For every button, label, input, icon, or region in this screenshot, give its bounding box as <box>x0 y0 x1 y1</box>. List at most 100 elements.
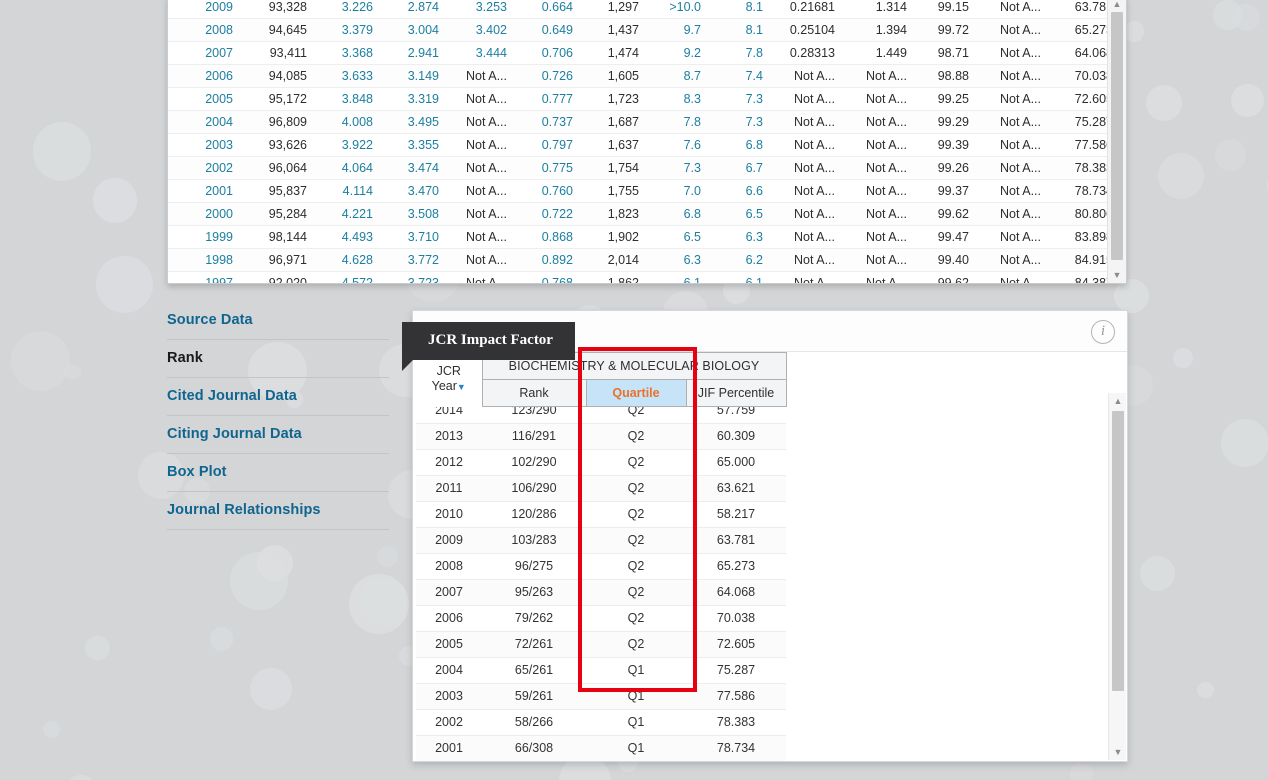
table-cell[interactable]: 3.004 <box>380 18 446 42</box>
table-cell[interactable]: 6.2 <box>708 248 770 272</box>
table-cell[interactable]: 7.3 <box>708 87 770 111</box>
table-cell[interactable]: 8.1 <box>708 0 770 19</box>
table-cell[interactable]: 7.0 <box>646 179 708 203</box>
rank-scrollbar-thumb[interactable] <box>1112 411 1124 691</box>
table-cell[interactable]: 3.633 <box>314 64 380 88</box>
table-cell[interactable]: 0.722 <box>514 202 580 226</box>
table-cell[interactable]: 3.253 <box>446 0 514 19</box>
table-cell[interactable]: 0.777 <box>514 87 580 111</box>
rank-scroll-up-arrow-icon[interactable]: ▲ <box>1109 393 1127 409</box>
table-cell-year[interactable]: 2005 <box>168 87 240 111</box>
table-cell[interactable]: 6.7 <box>708 156 770 180</box>
table-cell[interactable]: 7.6 <box>646 133 708 157</box>
table-cell[interactable]: 0.664 <box>514 0 580 19</box>
sidebar-item-citing-journal-data[interactable]: Citing Journal Data <box>167 416 389 454</box>
scroll-down-arrow-icon[interactable]: ▼ <box>1108 267 1126 283</box>
table-cell[interactable]: 6.1 <box>708 271 770 283</box>
table-cell-year[interactable]: 1999 <box>168 225 240 249</box>
info-icon[interactable]: i <box>1091 320 1115 344</box>
scrollbar-thumb[interactable] <box>1111 12 1123 260</box>
table-cell[interactable]: 0.892 <box>514 248 580 272</box>
table-cell[interactable]: 8.7 <box>646 64 708 88</box>
sidebar-item-cited-journal-data[interactable]: Cited Journal Data <box>167 378 389 416</box>
table-cell[interactable]: 8.3 <box>646 87 708 111</box>
table-cell-year[interactable]: 1997 <box>168 271 240 283</box>
table-cell[interactable]: 7.3 <box>708 110 770 134</box>
table-cell[interactable]: 3.470 <box>380 179 446 203</box>
table-cell[interactable]: 4.008 <box>314 110 380 134</box>
sort-descending-caret-icon[interactable]: ▼ <box>457 382 466 392</box>
table-cell[interactable]: 3.922 <box>314 133 380 157</box>
table-cell[interactable]: 6.8 <box>646 202 708 226</box>
table-cell[interactable]: 3.710 <box>380 225 446 249</box>
journal-metrics-table-scrollbar[interactable]: ▲ ▼ <box>1107 0 1126 283</box>
table-cell[interactable]: 3.355 <box>380 133 446 157</box>
table-cell[interactable]: 0.797 <box>514 133 580 157</box>
table-cell[interactable]: 6.1 <box>646 271 708 283</box>
table-cell-year[interactable]: 2008 <box>168 18 240 42</box>
table-cell[interactable]: >10.0 <box>646 0 708 19</box>
table-cell[interactable]: 3.368 <box>314 41 380 65</box>
table-cell[interactable]: 0.706 <box>514 41 580 65</box>
table-cell[interactable]: 3.149 <box>380 64 446 88</box>
table-cell[interactable]: 3.402 <box>446 18 514 42</box>
table-cell[interactable]: 7.4 <box>708 64 770 88</box>
jcr-year-column-header[interactable]: JCR Year▼ <box>416 352 483 407</box>
rank-scroll-down-arrow-icon[interactable]: ▼ <box>1109 744 1127 760</box>
table-cell-year[interactable]: 2006 <box>168 64 240 88</box>
table-cell-year[interactable]: 2004 <box>168 110 240 134</box>
table-cell[interactable]: 3.226 <box>314 0 380 19</box>
table-cell[interactable]: 3.379 <box>314 18 380 42</box>
table-cell[interactable]: 4.572 <box>314 271 380 283</box>
table-cell[interactable]: 0.868 <box>514 225 580 249</box>
table-cell-year[interactable]: 1998 <box>168 248 240 272</box>
table-cell[interactable]: 6.8 <box>708 133 770 157</box>
table-cell[interactable]: 3.495 <box>380 110 446 134</box>
rank-column-header[interactable]: Rank <box>481 379 587 407</box>
table-cell[interactable]: 2.874 <box>380 0 446 19</box>
table-cell[interactable]: 3.319 <box>380 87 446 111</box>
table-cell-year[interactable]: 2001 <box>168 179 240 203</box>
table-cell[interactable]: 4.221 <box>314 202 380 226</box>
quartile-column-header[interactable]: Quartile <box>585 379 687 407</box>
table-cell[interactable]: 8.1 <box>708 18 770 42</box>
table-cell[interactable]: 3.508 <box>380 202 446 226</box>
table-cell[interactable]: 3.474 <box>380 156 446 180</box>
table-cell[interactable]: 3.848 <box>314 87 380 111</box>
table-cell[interactable]: 3.723 <box>380 271 446 283</box>
table-cell-year[interactable]: 2002 <box>168 156 240 180</box>
sidebar-item-box-plot[interactable]: Box Plot <box>167 454 389 492</box>
table-cell[interactable]: 4.114 <box>314 179 380 203</box>
table-cell[interactable]: 3.772 <box>380 248 446 272</box>
table-cell[interactable]: 0.649 <box>514 18 580 42</box>
table-cell[interactable]: 9.2 <box>646 41 708 65</box>
table-cell[interactable]: 9.7 <box>646 18 708 42</box>
table-cell[interactable]: 7.3 <box>646 156 708 180</box>
table-cell[interactable]: 6.3 <box>708 225 770 249</box>
table-cell[interactable]: 3.444 <box>446 41 514 65</box>
table-cell[interactable]: 7.8 <box>708 41 770 65</box>
table-cell-year[interactable]: 2009 <box>168 0 240 19</box>
table-cell[interactable]: 6.5 <box>708 202 770 226</box>
scroll-up-arrow-icon[interactable]: ▲ <box>1108 0 1126 12</box>
table-cell[interactable]: 0.737 <box>514 110 580 134</box>
table-cell[interactable]: 6.6 <box>708 179 770 203</box>
sidebar-item-source-data[interactable]: Source Data <box>167 302 389 340</box>
table-cell[interactable]: 4.064 <box>314 156 380 180</box>
jif-percentile-column-header[interactable]: JIF Percentile <box>685 379 787 407</box>
table-cell[interactable]: 4.493 <box>314 225 380 249</box>
table-cell[interactable]: 4.628 <box>314 248 380 272</box>
table-cell-year[interactable]: 2007 <box>168 41 240 65</box>
table-cell[interactable]: 0.775 <box>514 156 580 180</box>
table-cell-year[interactable]: 2000 <box>168 202 240 226</box>
table-cell-year[interactable]: 2003 <box>168 133 240 157</box>
table-cell[interactable]: 6.5 <box>646 225 708 249</box>
sidebar-item-journal-relationships[interactable]: Journal Relationships <box>167 492 389 530</box>
table-cell[interactable]: 0.768 <box>514 271 580 283</box>
table-cell[interactable]: 7.8 <box>646 110 708 134</box>
table-cell[interactable]: 0.726 <box>514 64 580 88</box>
rank-table-scrollbar[interactable]: ▲ ▼ <box>1108 393 1126 760</box>
table-cell[interactable]: 2.941 <box>380 41 446 65</box>
table-cell[interactable]: 0.760 <box>514 179 580 203</box>
table-cell[interactable]: 6.3 <box>646 248 708 272</box>
